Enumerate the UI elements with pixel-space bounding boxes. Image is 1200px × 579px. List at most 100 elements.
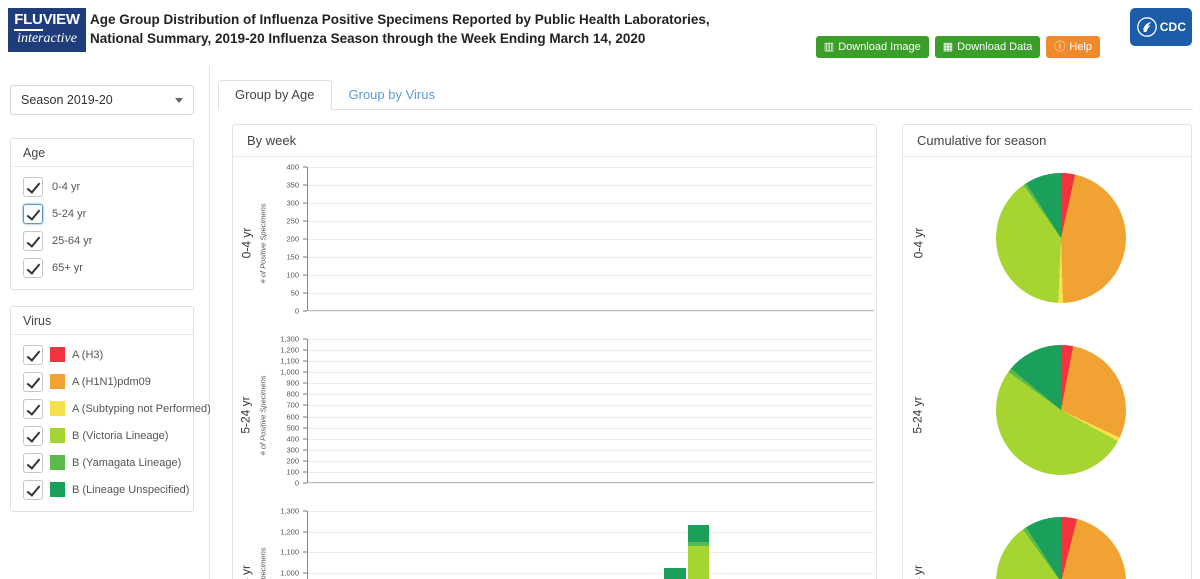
virus-filter-row[interactable]: B (Yamagata Lineage) <box>11 449 193 476</box>
download-data-label: Download Data <box>957 41 1033 53</box>
age-filter-row[interactable]: 0-4 yr <box>11 173 193 200</box>
by-week-charts: 0-4 yr # of Positive Specimens 0 50 100 150 20… <box>233 157 876 579</box>
virus-filter-row[interactable]: A (Subtyping not Performed) <box>11 395 211 422</box>
pie-chart-5-24-yr: 5-24 yr <box>903 329 1191 501</box>
virus-checkbox[interactable] <box>23 425 43 446</box>
virus-color-swatch <box>50 455 65 470</box>
page-title-line1: Age Group Distribution of Influenza Posi… <box>90 12 710 27</box>
virus-filter-row[interactable]: A (H1N1)pdm09 <box>11 368 193 395</box>
season-select[interactable]: Season 2019-20 <box>10 85 194 115</box>
page-title: Age Group Distribution of Influenza Posi… <box>90 10 850 48</box>
y-tick-mark <box>303 393 307 395</box>
cumulative-card: Cumulative for season 0-4 yr 5-24 yr 25-64… <box>902 124 1192 579</box>
y-tick-label: 300 <box>286 198 299 208</box>
age-filter-row[interactable]: 65+ yr <box>11 254 193 281</box>
logo-flu-text: FLU <box>14 11 43 31</box>
tab-bar: Group by Age Group by Virus <box>218 80 1193 110</box>
virus-filter-panel: Virus A (H3) A (H1N1)pdm09 A (Subtyping no… <box>10 306 211 512</box>
help-label: Help <box>1069 41 1092 53</box>
virus-color-swatch <box>50 347 65 362</box>
y-tick-mark <box>303 382 307 384</box>
page-title-line2: National Summary, 2019-20 Influenza Seas… <box>90 31 646 46</box>
virus-filter-row[interactable]: A (H3) <box>11 341 193 368</box>
gridline <box>308 483 874 484</box>
stacked-bar[interactable] <box>711 568 733 579</box>
cdc-logo[interactable]: CDC <box>1130 8 1192 46</box>
virus-checkbox[interactable] <box>23 479 43 500</box>
age-checkbox[interactable] <box>23 203 43 224</box>
bar-segment <box>687 524 710 543</box>
logo-view-text: VIEW <box>42 11 80 28</box>
y-tick-mark <box>303 460 307 462</box>
y-tick-mark <box>303 338 307 340</box>
download-image-button[interactable]: ▥ Download Image <box>815 36 929 58</box>
plot-canvas <box>307 339 874 484</box>
y-tick-mark <box>303 510 307 512</box>
cdc-logo-text: CDC <box>1159 20 1187 34</box>
y-tick-label: 1,100 <box>280 547 299 557</box>
virus-checkbox[interactable] <box>23 452 43 473</box>
help-button[interactable]: ⓘ Help <box>1046 36 1100 58</box>
y-axis-title-text: # of Positive Specimens <box>259 547 268 579</box>
y-tick-mark <box>303 349 307 351</box>
y-tick-mark <box>303 449 307 451</box>
pie-graphic[interactable] <box>996 345 1126 475</box>
page-header: FLUVIEW interactive Age Group Distributi… <box>0 0 1200 66</box>
y-tick-mark <box>303 166 307 168</box>
y-tick-mark <box>303 292 307 294</box>
pie-age-group-label: 5-24 yr <box>907 329 929 501</box>
pie-age-group-label: 0-4 yr <box>907 157 929 329</box>
y-tick-label: 800 <box>286 389 299 399</box>
age-checkbox[interactable] <box>23 176 43 197</box>
stacked-bar[interactable] <box>664 543 686 579</box>
virus-panel-title: Virus <box>11 307 193 335</box>
age-filter-label: 65+ yr <box>52 261 83 274</box>
pie-graphic[interactable] <box>996 173 1126 303</box>
age-filter-row[interactable]: 5-24 yr <box>11 200 193 227</box>
plot-area: 0 50 100 150 200 250 300 350 400 <box>271 163 874 316</box>
virus-filter-label: B (Lineage Unspecified) <box>72 483 190 496</box>
tab-group-by-virus[interactable]: Group by Virus <box>332 80 452 110</box>
download-data-button[interactable]: ▦ Download Data <box>934 36 1041 58</box>
virus-filter-list: A (H3) A (H1N1)pdm09 A (Subtyping not Perf… <box>11 335 211 511</box>
y-tick-mark <box>303 551 307 553</box>
season-select-value: Season 2019-20 <box>21 93 113 107</box>
virus-filter-label: B (Victoria Lineage) <box>72 429 169 442</box>
y-axis-title: # of Positive Specimens <box>255 157 271 329</box>
age-filter-list: 0-4 yr 5-24 yr 25-64 yr 65+ yr <box>11 167 193 289</box>
fluview-logo: FLUVIEW interactive <box>8 8 86 52</box>
y-tick-mark <box>303 572 307 574</box>
y-tick-label: 200 <box>286 456 299 466</box>
age-group-label-text: 25-64 yr <box>239 565 253 579</box>
virus-filter-label: B (Yamagata Lineage) <box>72 456 182 469</box>
age-panel-title: Age <box>11 139 193 167</box>
stacked-bar[interactable] <box>687 518 710 579</box>
bar-series-container <box>311 511 874 579</box>
y-axis-labels: 7008009001,0001,1001,2001,300 <box>271 507 303 579</box>
bar-series-container <box>311 167 874 310</box>
age-filter-label: 0-4 yr <box>52 180 81 193</box>
age-filter-row[interactable]: 25-64 yr <box>11 227 193 254</box>
age-checkbox[interactable] <box>23 257 43 278</box>
tab-group-by-age[interactable]: Group by Age <box>218 80 332 110</box>
virus-checkbox[interactable] <box>23 398 43 419</box>
y-tick-mark <box>303 371 307 373</box>
header-actions: ▥ Download Image ▦ Download Data ⓘ Help <box>815 36 1100 58</box>
bar-segment <box>664 567 686 579</box>
y-tick-mark <box>303 482 307 484</box>
bar-series-container <box>311 339 874 482</box>
y-tick-label: 1,300 <box>280 506 299 516</box>
y-tick-mark <box>303 360 307 362</box>
bar-chart-icon: ▥ <box>823 40 835 53</box>
virus-filter-label: A (H1N1)pdm09 <box>72 375 151 388</box>
virus-filter-row[interactable]: B (Victoria Lineage) <box>11 422 193 449</box>
virus-filter-row[interactable]: B (Lineage Unspecified) <box>11 476 193 503</box>
y-tick-label: 1,000 <box>280 568 299 578</box>
virus-checkbox[interactable] <box>23 371 43 392</box>
pie-graphic[interactable] <box>996 517 1126 579</box>
y-tick-label: 150 <box>286 252 299 262</box>
virus-checkbox[interactable] <box>23 344 43 365</box>
virus-color-swatch <box>50 428 65 443</box>
plot-canvas <box>307 167 874 312</box>
age-checkbox[interactable] <box>23 230 43 251</box>
